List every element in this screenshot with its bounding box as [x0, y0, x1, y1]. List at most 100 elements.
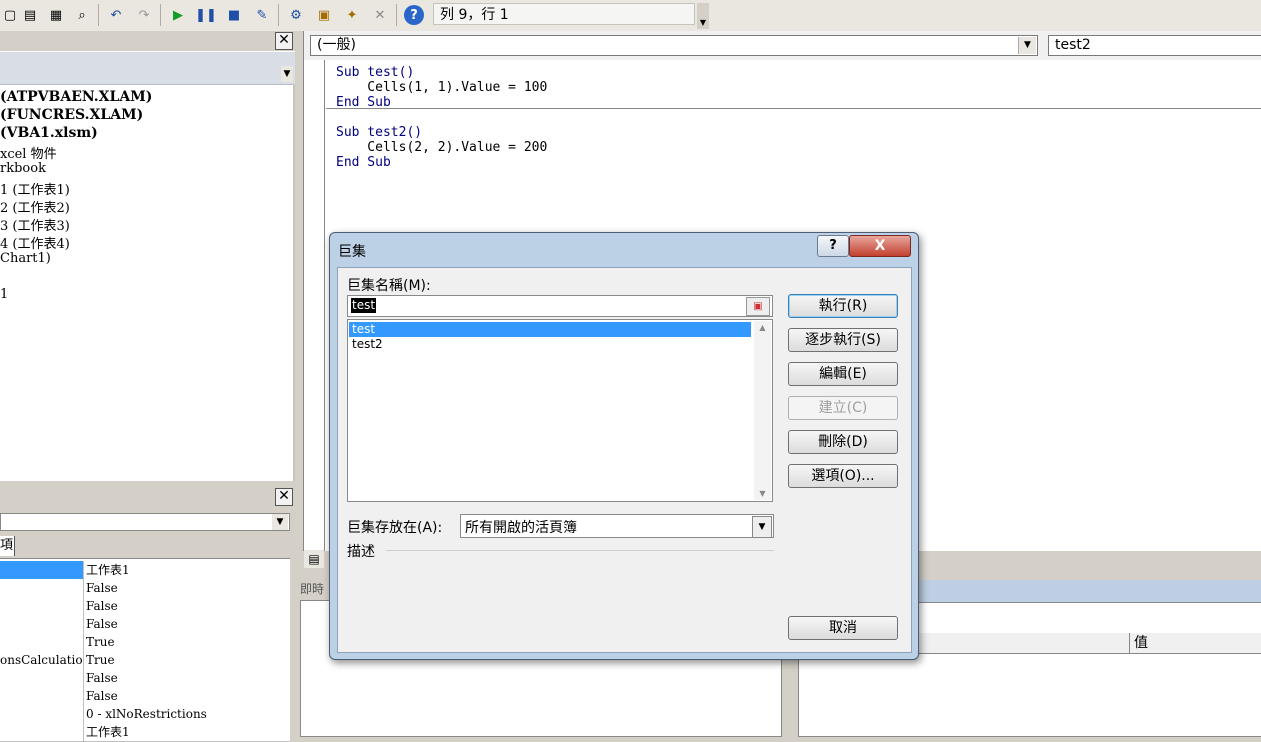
run-icon[interactable]: ▶: [168, 5, 188, 25]
procedure-separator: [326, 108, 1261, 109]
procedure-view-icon[interactable]: ▤: [304, 550, 324, 568]
prop-value: False: [86, 617, 118, 631]
tree-item[interactable]: (FUNCRES.XLAM): [0, 107, 143, 123]
tree-item[interactable]: rkbook: [0, 161, 46, 176]
macro-location-label: 巨集存放在(A):: [347, 520, 443, 536]
prop-value: False: [86, 599, 118, 613]
tree-item[interactable]: 4 (工作表4): [0, 233, 70, 252]
tree-item[interactable]: xcel 物件: [0, 143, 57, 162]
help-icon: ?: [829, 238, 837, 253]
tree-item[interactable]: 2 (工作表2): [0, 197, 70, 216]
tree-item[interactable]: 1: [0, 287, 8, 302]
list-item[interactable]: test2: [349, 337, 751, 352]
table-row[interactable]: 工作表1: [0, 723, 290, 742]
help-icon[interactable]: ?: [404, 5, 424, 25]
properties-icon[interactable]: ▣: [314, 5, 334, 25]
edit-button[interactable]: 編輯(E): [788, 362, 898, 386]
design-mode-icon[interactable]: ✎: [252, 5, 272, 25]
table-row[interactable]: False: [0, 687, 290, 706]
copy-icon[interactable]: ▢: [0, 5, 20, 25]
chevron-down-icon[interactable]: ▼: [1018, 37, 1036, 54]
toolbar-overflow-icon[interactable]: ▼: [697, 3, 709, 29]
paste-icon[interactable]: ▤: [20, 5, 40, 25]
object-combo[interactable]: (一般) ▼: [310, 35, 1038, 56]
macro-dialog: 巨集 ? X 巨集名稱(M): test ▣ test test2 ▲ ▼ 執行…: [329, 232, 919, 660]
prop-name: [0, 633, 84, 651]
undo-icon[interactable]: ↶: [106, 5, 126, 25]
properties-close-icon[interactable]: ✕: [275, 488, 293, 506]
dialog-body: 巨集名稱(M): test ▣ test test2 ▲ ▼ 執行(R) 逐步執…: [337, 267, 912, 653]
scroll-up-icon[interactable]: ▲: [754, 323, 771, 332]
table-row[interactable]: onsCalculation True: [0, 651, 290, 670]
prop-name: onsCalculation: [0, 651, 84, 669]
table-row[interactable]: 工作表1: [0, 561, 290, 580]
table-row[interactable]: 0 - xlNoRestrictions: [0, 705, 290, 724]
prop-value: 工作表1: [86, 725, 130, 739]
tab-alphabetic[interactable]: 項: [0, 536, 15, 556]
project-explorer-icon[interactable]: ⚙: [286, 5, 306, 25]
object-selector[interactable]: ▼: [0, 513, 290, 531]
macro-list[interactable]: test test2 ▲ ▼: [347, 319, 773, 502]
code-line-5[interactable]: Sub test2(): [336, 125, 422, 140]
toolbox-icon[interactable]: ✕: [370, 5, 390, 25]
procedure-combo[interactable]: test2: [1048, 35, 1261, 56]
chevron-down-icon[interactable]: ▼: [752, 516, 772, 538]
table-row[interactable]: False: [0, 669, 290, 688]
pause-icon[interactable]: ❚❚: [195, 5, 217, 25]
macro-list-scrollbar[interactable]: ▲ ▼: [754, 321, 771, 500]
object-browser-icon[interactable]: ✦: [342, 5, 362, 25]
prop-name: [0, 597, 84, 615]
clipboard-icon[interactable]: ▦: [46, 5, 66, 25]
step-into-button[interactable]: 逐步執行(S): [788, 328, 898, 352]
prop-value: False: [86, 689, 118, 703]
code-line-7[interactable]: End Sub: [336, 155, 391, 170]
standard-toolbar: ▢ ▤ ▦ ⌕ ↶ ↷ ▶ ❚❚ ■ ✎ ⚙ ▣ ✦ ✕ ? 列 9，行 1 ▼: [0, 0, 1261, 32]
list-item[interactable]: test: [349, 322, 751, 337]
table-row[interactable]: True: [0, 633, 290, 652]
cancel-button[interactable]: 取消: [788, 616, 898, 640]
collapse-dialog-icon[interactable]: ▣: [746, 297, 770, 316]
project-explorer-toolbar: ▼: [0, 52, 295, 85]
prop-value: True: [86, 635, 115, 649]
reset-icon[interactable]: ■: [224, 5, 244, 25]
prop-value: True: [86, 653, 115, 667]
prop-name: [0, 723, 84, 741]
find-icon[interactable]: ⌕: [72, 5, 92, 25]
chevron-down-icon[interactable]: ▼: [281, 66, 293, 82]
macro-location-value: 所有開啟的活頁簿: [465, 520, 577, 536]
tree-item[interactable]: (VBA1.xlsm): [0, 125, 98, 141]
description-label: 描述: [347, 544, 375, 560]
options-button[interactable]: 選項(O)...: [788, 464, 898, 488]
table-row[interactable]: False: [0, 615, 290, 634]
macro-name-input[interactable]: test ▣: [347, 295, 773, 317]
code-line-6[interactable]: Cells(2, 2).Value = 200: [336, 140, 547, 155]
prop-name: [0, 561, 84, 579]
macro-name-label: 巨集名稱(M):: [347, 278, 431, 294]
close-button[interactable]: X: [849, 235, 911, 257]
scroll-down-icon[interactable]: ▼: [754, 489, 771, 498]
project-close-icon[interactable]: ✕: [275, 32, 293, 50]
tree-item[interactable]: 1 (工作表1): [0, 179, 70, 198]
chevron-down-icon[interactable]: ▼: [272, 514, 288, 530]
code-line: Sub test(): [336, 65, 414, 80]
redo-icon[interactable]: ↷: [134, 5, 154, 25]
code-combos-bar: (一般) ▼ test2: [304, 31, 1261, 60]
procedure-combo-value: test2: [1055, 37, 1091, 53]
table-row[interactable]: False: [0, 579, 290, 598]
table-row[interactable]: False: [0, 597, 290, 616]
prop-name: [0, 615, 84, 633]
create-button[interactable]: 建立(C): [788, 396, 898, 420]
run-button[interactable]: 執行(R): [788, 294, 898, 318]
tree-item[interactable]: (ATPVBAEN.XLAM): [0, 89, 152, 105]
macro-location-select[interactable]: 所有開啟的活頁簿 ▼: [460, 514, 774, 538]
help-button[interactable]: ?: [817, 235, 849, 257]
properties-titlebar: ✕: [0, 484, 295, 510]
prop-name: [0, 705, 84, 723]
prop-value: 0 - xlNoRestrictions: [86, 707, 207, 721]
value-column-header: 值: [1134, 635, 1148, 651]
code-line-2[interactable]: Cells(1, 1).Value = 100: [336, 80, 547, 95]
prop-value: False: [86, 671, 118, 685]
delete-button[interactable]: 刪除(D): [788, 430, 898, 454]
tree-item[interactable]: 3 (工作表3): [0, 215, 70, 234]
tree-item[interactable]: Chart1): [0, 251, 51, 266]
